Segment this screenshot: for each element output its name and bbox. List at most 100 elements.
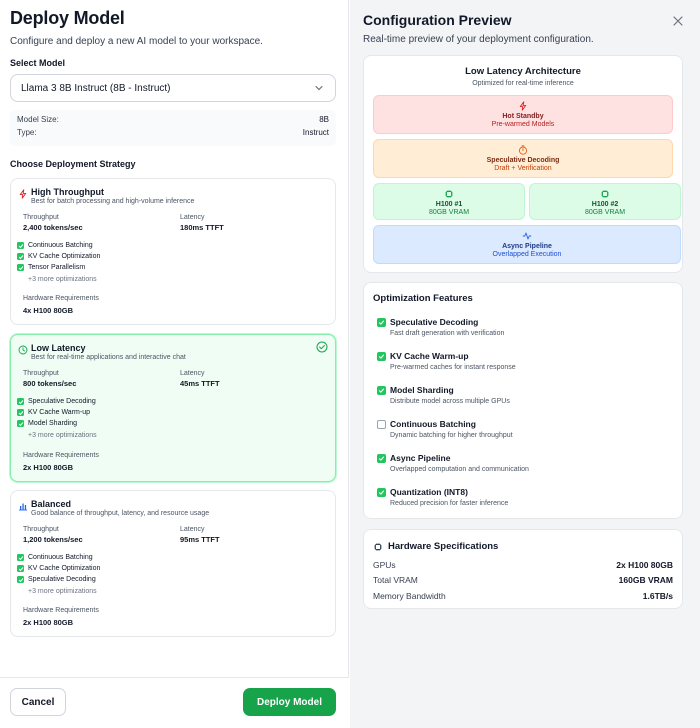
- architecture-title: Low Latency Architecture: [465, 66, 581, 77]
- lightning-icon: [519, 101, 527, 111]
- check-icon: [17, 420, 24, 427]
- architecture-panel: Low Latency Architecture Optimized for r…: [363, 55, 683, 273]
- hardware-value: 4x H100 80GB: [23, 306, 74, 315]
- page-subtitle: Configure and deploy a new AI model to y…: [10, 36, 263, 47]
- speculative-decoding-block: Speculative Decoding Draft + Verificatio…: [373, 139, 673, 178]
- feature-item: Continuous Batching: [17, 242, 93, 249]
- check-icon: [17, 409, 24, 416]
- latency-label: Latency: [180, 526, 205, 533]
- hardware-label: Hardware Requirements: [23, 295, 99, 302]
- check-icon: [17, 565, 24, 572]
- bandwidth-label: Memory Bandwidth: [373, 591, 446, 601]
- strategy-description: Good balance of throughput, latency, and…: [31, 510, 210, 517]
- feature-item: Model Sharding: [17, 420, 77, 427]
- throughput-value: 2,400 tokens/sec: [23, 223, 83, 232]
- timer-icon: [518, 145, 528, 155]
- hardware-specifications-panel: Hardware Specifications GPUs 2x H100 80G…: [363, 529, 683, 609]
- deploy-model-panel: Deploy Model Configure and deploy a new …: [0, 0, 349, 728]
- hot-standby-block: Hot Standby Pre-warmed Models: [373, 95, 673, 134]
- model-select-value: Llama 3 8B Instruct (8B - Instruct): [21, 82, 171, 94]
- model-size-value: 8B: [319, 115, 329, 124]
- throughput-label: Throughput: [23, 526, 59, 533]
- chevron-down-icon: [315, 85, 323, 91]
- model-size-label: Model Size:: [17, 115, 59, 124]
- configuration-preview-panel: Configuration Preview Real-time preview …: [350, 0, 700, 728]
- architecture-subtitle: Optimized for real-time inference: [472, 80, 574, 87]
- preview-subtitle: Real-time preview of your deployment con…: [363, 34, 594, 45]
- feature-item: KV Cache Optimization: [17, 253, 100, 260]
- strategy-card-balanced[interactable]: Balanced Good balance of throughput, lat…: [10, 490, 336, 637]
- strategy-description: Best for real-time applications and inte…: [31, 354, 186, 361]
- model-info-box: Model Size: 8B Type: Instruct: [10, 110, 336, 146]
- feature-item: Speculative Decoding: [17, 398, 96, 405]
- bandwidth-value: 1.6TB/s: [642, 591, 673, 601]
- hardware-title: Hardware Specifications: [373, 541, 498, 552]
- check-icon: [17, 576, 24, 583]
- strategy-card-high-throughput[interactable]: High Throughput Best for batch processin…: [10, 178, 336, 325]
- optimization-features-panel: Optimization Features Speculative Decodi…: [363, 282, 683, 519]
- dialog-footer: Cancel Deploy Model: [0, 677, 349, 728]
- gpu-2-block: H100 #2 80GB VRAM: [529, 183, 681, 220]
- strategy-title: Low Latency: [31, 343, 86, 353]
- cpu-chip-icon: [601, 190, 609, 198]
- optimization-title: Optimization Features: [373, 293, 473, 304]
- checkbox-checked[interactable]: [377, 488, 386, 497]
- checkbox-checked[interactable]: [377, 352, 386, 361]
- latency-label: Latency: [180, 214, 205, 221]
- vram-label: Total VRAM: [373, 575, 418, 585]
- latency-value: 180ms TTFT: [180, 223, 224, 232]
- feature-item: Tensor Parallelism: [17, 264, 85, 271]
- more-optimizations: +3 more optimizations: [28, 588, 97, 595]
- gpus-row: GPUs 2x H100 80GB: [373, 560, 673, 570]
- feature-item: KV Cache Warm-up: [17, 409, 90, 416]
- check-icon: [17, 253, 24, 260]
- checkbox-unchecked[interactable]: [377, 420, 386, 429]
- latency-value: 95ms TTFT: [180, 535, 220, 544]
- model-type-value: Instruct: [302, 128, 329, 137]
- hardware-label: Hardware Requirements: [23, 607, 99, 614]
- bandwidth-row: Memory Bandwidth 1.6TB/s: [373, 591, 673, 601]
- cpu-chip-icon: [445, 190, 453, 198]
- strategy-title: Balanced: [31, 499, 72, 509]
- cpu-chip-icon: [374, 542, 382, 551]
- latency-value: 45ms TTFT: [180, 379, 220, 388]
- feature-item: KV Cache Optimization: [17, 565, 100, 572]
- async-pipeline-block: Async Pipeline Overlapped Execution: [373, 225, 681, 264]
- gpu-1-block: H100 #1 80GB VRAM: [373, 183, 525, 220]
- check-icon: [17, 554, 24, 561]
- feature-item: Speculative Decoding: [17, 576, 96, 583]
- more-optimizations: +3 more optimizations: [28, 276, 97, 283]
- strategy-card-low-latency[interactable]: Low Latency Best for real-time applicati…: [10, 334, 336, 482]
- throughput-value: 800 tokens/sec: [23, 379, 77, 388]
- checkbox-checked[interactable]: [377, 386, 386, 395]
- lightning-icon: [19, 189, 27, 199]
- model-select[interactable]: Llama 3 8B Instruct (8B - Instruct): [10, 74, 336, 102]
- throughput-value: 1,200 tokens/sec: [23, 535, 83, 544]
- vram-value: 160GB VRAM: [618, 575, 673, 585]
- hardware-label: Hardware Requirements: [23, 452, 99, 459]
- feature-item: Continuous Batching: [17, 554, 93, 561]
- check-icon: [17, 398, 24, 405]
- deploy-model-button[interactable]: Deploy Model: [243, 688, 336, 716]
- gpus-value: 2x H100 80GB: [616, 560, 673, 570]
- select-model-label: Select Model: [10, 58, 66, 68]
- more-optimizations: +3 more optimizations: [28, 432, 97, 439]
- checkbox-checked[interactable]: [377, 318, 386, 327]
- hardware-value: 2x H100 80GB: [23, 618, 74, 627]
- page-title: Deploy Model: [10, 8, 125, 28]
- checkbox-checked[interactable]: [377, 454, 386, 463]
- strategy-description: Best for batch processing and high-volum…: [31, 198, 195, 205]
- latency-label: Latency: [180, 370, 205, 377]
- strategy-label: Choose Deployment Strategy: [10, 159, 136, 169]
- activity-icon: [522, 232, 532, 240]
- cancel-button[interactable]: Cancel: [10, 688, 66, 716]
- gpus-label: GPUs: [373, 560, 396, 570]
- preview-title: Configuration Preview: [363, 12, 512, 28]
- throughput-label: Throughput: [23, 370, 59, 377]
- model-type-label: Type:: [17, 128, 37, 137]
- close-icon[interactable]: [672, 15, 684, 27]
- check-icon: [17, 242, 24, 249]
- check-icon: [17, 264, 24, 271]
- bar-chart-icon: [19, 503, 27, 511]
- throughput-label: Throughput: [23, 214, 59, 221]
